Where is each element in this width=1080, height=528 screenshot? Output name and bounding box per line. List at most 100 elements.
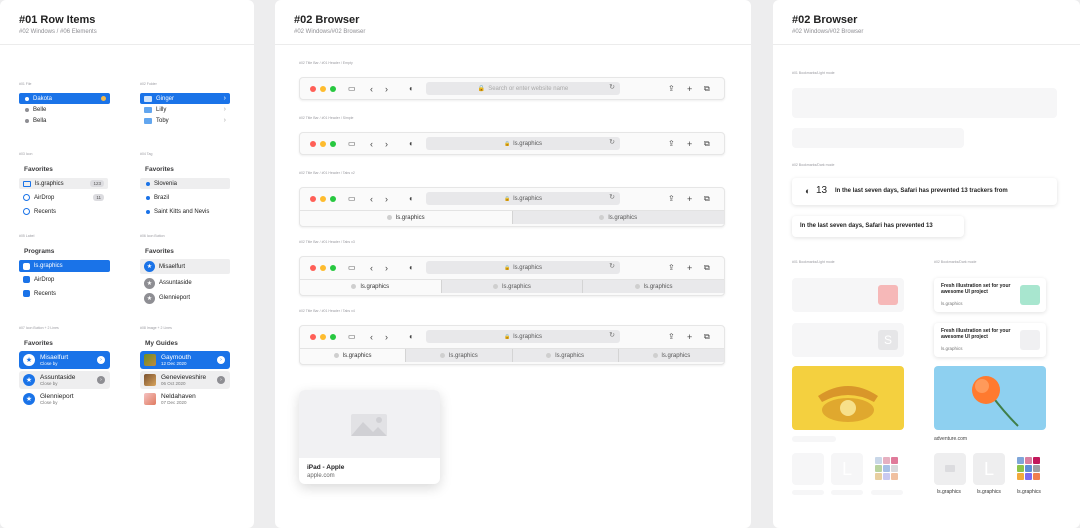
icon-row-lsgraphics[interactable]: ls.graphics 123 <box>19 178 108 189</box>
tab[interactable]: ls.graphics <box>511 349 618 362</box>
reload-icon[interactable]: ↻ <box>609 331 615 339</box>
disclosure-icon[interactable]: › <box>97 356 105 364</box>
reading-item-card[interactable]: Fresh illustration set for your awesome … <box>934 323 1046 357</box>
image-row-gaymouth[interactable]: Gaymouth 12 Dec 2020 › <box>140 351 230 369</box>
zoom-window-button[interactable] <box>330 334 336 340</box>
tag-row-brazil[interactable]: Brazil <box>140 192 230 203</box>
label-row-airdrop[interactable]: AirDrop <box>19 274 110 285</box>
share-icon[interactable]: ⇪ <box>668 83 675 95</box>
back-icon[interactable]: ‹ <box>370 138 373 150</box>
tab-overview-icon[interactable]: ⧉ <box>704 193 710 205</box>
file-row-bella[interactable]: Bella <box>19 115 110 126</box>
privacy-report-card[interactable]: ◐ 13 In the last seven days, Safari has … <box>792 178 1057 205</box>
tag-row-saint-kitts[interactable]: Saint Kitts and Nevis <box>140 206 230 217</box>
minimize-window-button[interactable] <box>320 196 326 202</box>
back-icon[interactable]: ‹ <box>370 83 373 95</box>
tab[interactable]: ls.graphics <box>405 349 512 362</box>
share-icon[interactable]: ⇪ <box>668 138 675 150</box>
zoom-window-button[interactable] <box>330 196 336 202</box>
image-row-genevieveshire[interactable]: Genevieveshire 06 Oct 2020 › <box>140 371 230 389</box>
tab-active[interactable]: ls.graphics <box>300 349 406 362</box>
two-line-row-misaelfurt[interactable]: ★ Misaelfurt Close by › <box>19 351 110 369</box>
forward-icon[interactable]: › <box>385 262 388 274</box>
forward-icon[interactable]: › <box>385 138 388 150</box>
minimize-window-button[interactable] <box>320 265 326 271</box>
reload-icon[interactable]: ↻ <box>609 138 615 146</box>
back-icon[interactable]: ‹ <box>370 331 373 343</box>
icon-button-row-glennieport[interactable]: ★ Glennieport <box>140 291 230 305</box>
minimize-window-button[interactable] <box>320 141 326 147</box>
app-grid-icon[interactable] <box>1015 455 1043 483</box>
image-row-neldahaven[interactable]: Neldahaven 07 Dec 2020 <box>140 390 230 408</box>
disclosure-icon[interactable]: › <box>97 376 105 384</box>
icon-row-recents[interactable]: Recents <box>19 206 108 217</box>
new-tab-icon[interactable]: + <box>687 83 692 95</box>
privacy-shield-icon[interactable]: ◐ <box>409 331 414 343</box>
icon-button-row-assuntaside[interactable]: ★ Assuntaside <box>140 276 230 290</box>
minimize-window-button[interactable] <box>320 334 326 340</box>
privacy-shield-icon[interactable]: ◐ <box>409 193 414 205</box>
reload-icon[interactable]: ↻ <box>609 193 615 201</box>
back-icon[interactable]: ‹ <box>370 262 373 274</box>
address-bar[interactable]: 🔒 ls.graphics ↻ <box>426 192 620 205</box>
forward-icon[interactable]: › <box>385 331 388 343</box>
reload-icon[interactable]: ↻ <box>609 83 615 91</box>
tab[interactable]: ls.graphics <box>440 280 583 293</box>
reading-item-card[interactable]: Fresh illustration set for your awesome … <box>934 278 1046 312</box>
two-line-row-glennieport[interactable]: ★ Glennieport Close by <box>19 390 110 408</box>
new-tab-icon[interactable]: + <box>687 331 692 343</box>
tab-overview-icon[interactable]: ⧉ <box>704 83 710 95</box>
sidebar-icon[interactable]: ▭ <box>348 193 356 205</box>
two-line-row-assuntaside[interactable]: ★ Assuntaside Close by › <box>19 371 110 389</box>
favorite-tile[interactable]: L <box>973 453 1005 485</box>
tab-overview-icon[interactable]: ⧉ <box>704 138 710 150</box>
disclosure-icon[interactable]: › <box>217 376 225 384</box>
share-icon[interactable]: ⇪ <box>668 331 675 343</box>
sidebar-icon[interactable]: ▭ <box>348 331 356 343</box>
zoom-window-button[interactable] <box>330 141 336 147</box>
telephone-image[interactable] <box>792 366 904 430</box>
close-window-button[interactable] <box>310 86 316 92</box>
link-preview-card[interactable]: iPad - Apple apple.com <box>299 390 440 484</box>
folder-row-ginger[interactable]: Ginger › <box>140 93 230 104</box>
minimize-window-button[interactable] <box>320 86 326 92</box>
label-row-lsgraphics[interactable]: ls.graphics <box>19 260 110 272</box>
reload-icon[interactable]: ↻ <box>609 262 615 270</box>
icon-button-row-misaelfurt[interactable]: ★ Misaelfurt <box>140 259 230 274</box>
forward-icon[interactable]: › <box>385 83 388 95</box>
address-bar[interactable]: 🔒 ls.graphics ↻ <box>426 330 620 343</box>
disclosure-icon[interactable]: › <box>217 356 225 364</box>
back-icon[interactable]: ‹ <box>370 193 373 205</box>
close-window-button[interactable] <box>310 196 316 202</box>
tab[interactable]: ls.graphics <box>617 349 724 362</box>
address-bar[interactable]: 🔒 Search or enter website name ↻ <box>426 82 620 95</box>
sidebar-icon[interactable]: ▭ <box>348 83 356 95</box>
close-window-button[interactable] <box>310 334 316 340</box>
flower-image[interactable] <box>934 366 1046 430</box>
label-row-recents[interactable]: Recents <box>19 288 110 299</box>
privacy-report-card-small[interactable]: In the last seven days, Safari has preve… <box>792 216 964 237</box>
privacy-shield-icon[interactable]: ◐ <box>409 138 414 150</box>
sidebar-icon[interactable]: ▭ <box>348 138 356 150</box>
new-tab-icon[interactable]: + <box>687 138 692 150</box>
address-bar[interactable]: 🔒 ls.graphics ↻ <box>426 261 620 274</box>
close-window-button[interactable] <box>310 265 316 271</box>
privacy-shield-icon[interactable]: ◐ <box>409 83 414 95</box>
tab[interactable]: ls.graphics <box>582 280 725 293</box>
folder-row-toby[interactable]: Toby › <box>140 115 230 126</box>
tab-overview-icon[interactable]: ⧉ <box>704 262 710 274</box>
file-row-belle[interactable]: Belle <box>19 104 110 115</box>
zoom-window-button[interactable] <box>330 265 336 271</box>
share-icon[interactable]: ⇪ <box>668 262 675 274</box>
forward-icon[interactable]: › <box>385 193 388 205</box>
tab-active[interactable]: ls.graphics <box>300 280 441 293</box>
sidebar-icon[interactable]: ▭ <box>348 262 356 274</box>
tag-row-slovenia[interactable]: Slovenia <box>140 178 230 189</box>
favorite-tile[interactable] <box>934 453 966 485</box>
file-row-dakota[interactable]: Dakota <box>19 93 110 104</box>
icon-row-airdrop[interactable]: AirDrop 11 <box>19 192 108 203</box>
folder-row-lilly[interactable]: Lilly › <box>140 104 230 115</box>
tab-active[interactable]: ls.graphics <box>300 211 512 224</box>
zoom-window-button[interactable] <box>330 86 336 92</box>
share-icon[interactable]: ⇪ <box>668 193 675 205</box>
